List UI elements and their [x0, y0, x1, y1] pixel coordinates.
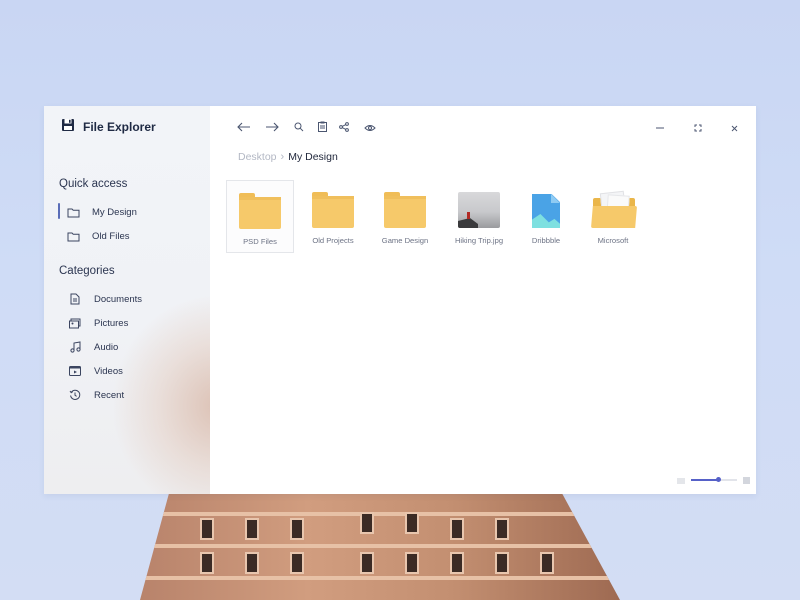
- file-label: Old Projects: [312, 236, 354, 245]
- sidebar-item-label: Documents: [94, 293, 143, 305]
- search-icon: [294, 119, 304, 137]
- folder-icon: [384, 192, 426, 228]
- file-label: Dribbble: [531, 236, 561, 245]
- sidebar-item-audio[interactable]: Audio: [58, 339, 118, 355]
- folder-icon: [66, 229, 80, 243]
- sidebar-item-label: Old Files: [92, 230, 130, 242]
- sidebar-item-old-files[interactable]: Old Files: [58, 228, 129, 244]
- file-item-hiking-trip[interactable]: Hiking Trip.jpg: [445, 180, 513, 253]
- breadcrumb: Desktop › My Design: [238, 151, 338, 163]
- video-icon: [68, 364, 82, 378]
- search-button[interactable]: [289, 120, 309, 136]
- file-item-microsoft[interactable]: Microsoft: [579, 180, 647, 253]
- sidebar-item-recent[interactable]: Recent: [58, 387, 124, 403]
- share-button[interactable]: [334, 120, 354, 136]
- back-arrow-icon: [237, 119, 251, 137]
- clipboard-icon: [317, 119, 327, 137]
- file-item-dribbble[interactable]: Dribbble: [512, 180, 580, 253]
- maximize-icon: [694, 119, 702, 137]
- sidebar: File Explorer Quick access My Design Old…: [44, 106, 210, 494]
- forward-button[interactable]: [262, 120, 282, 136]
- file-explorer-window: File Explorer Quick access My Design Old…: [44, 106, 756, 494]
- sidebar-item-label: Recent: [94, 389, 125, 401]
- forward-arrow-icon: [265, 119, 279, 137]
- zoom-slider-handle[interactable]: [715, 477, 721, 482]
- file-item-psd-files[interactable]: PSD Files: [226, 180, 294, 253]
- folder-icon: [66, 205, 80, 219]
- open-folder-icon: [591, 190, 637, 228]
- main-pane: Desktop › My Design PSD Files Old Projec…: [210, 106, 756, 494]
- document-icon: [68, 292, 82, 306]
- minimize-button[interactable]: [652, 120, 668, 136]
- clipboard-button[interactable]: [312, 120, 332, 136]
- sidebar-item-my-design[interactable]: My Design: [58, 203, 137, 220]
- file-label: Hiking Trip.jpg: [454, 236, 504, 245]
- maximize-button[interactable]: [690, 120, 706, 136]
- close-button[interactable]: [726, 120, 742, 136]
- zoom-slider[interactable]: [691, 476, 737, 484]
- share-icon: [339, 119, 349, 137]
- background-building: [140, 494, 620, 600]
- breadcrumb-current: My Design: [288, 151, 338, 163]
- app-title-text: File Explorer: [83, 119, 156, 134]
- sidebar-item-pictures[interactable]: Pictures: [58, 315, 128, 331]
- image-thumbnail: [458, 192, 500, 228]
- sidebar-item-documents[interactable]: Documents: [58, 291, 142, 307]
- file-item-old-projects[interactable]: Old Projects: [299, 180, 367, 253]
- quick-access-title: Quick access: [59, 178, 128, 190]
- eye-icon: [364, 119, 376, 137]
- sidebar-item-videos[interactable]: Videos: [58, 363, 123, 379]
- history-icon: [68, 388, 82, 402]
- preview-button[interactable]: [360, 120, 380, 136]
- list-view-icon[interactable]: [677, 471, 685, 489]
- file-label: Microsoft: [597, 236, 629, 245]
- sidebar-backdrop-blur: [114, 296, 210, 494]
- minimize-icon: [656, 119, 664, 137]
- sidebar-item-label: Videos: [94, 365, 123, 377]
- status-bar: [677, 471, 750, 489]
- sidebar-item-label: Pictures: [94, 317, 129, 329]
- sidebar-item-label: Audio: [94, 341, 119, 353]
- folder-icon: [312, 192, 354, 228]
- file-item-game-design[interactable]: Game Design: [371, 180, 439, 253]
- close-icon: [731, 119, 738, 137]
- file-label: PSD Files: [243, 237, 277, 246]
- floppy-disk-icon: [61, 118, 75, 135]
- file-label: Game Design: [381, 236, 429, 245]
- pictures-icon: [68, 316, 82, 330]
- music-note-icon: [68, 340, 82, 354]
- chevron-right-icon: ›: [280, 151, 285, 163]
- sidebar-item-label: My Design: [92, 206, 137, 218]
- app-title: File Explorer: [61, 118, 156, 135]
- image-file-icon: [532, 194, 560, 228]
- grid-view-icon[interactable]: [743, 471, 750, 489]
- folder-icon: [239, 193, 281, 229]
- back-button[interactable]: [234, 120, 254, 136]
- categories-title: Categories: [59, 265, 115, 277]
- breadcrumb-root[interactable]: Desktop: [238, 151, 277, 163]
